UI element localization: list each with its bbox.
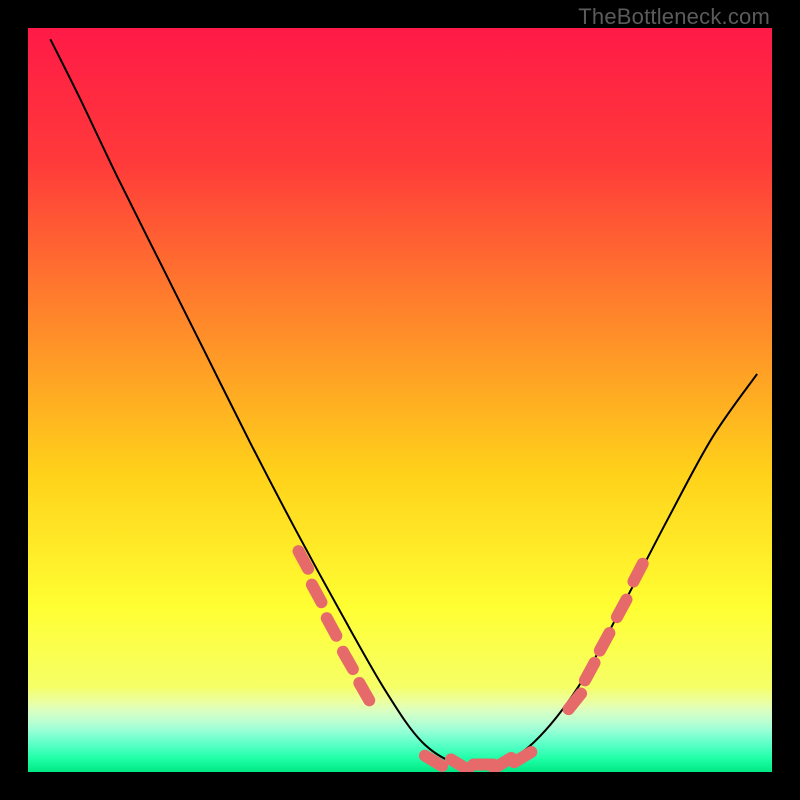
data-marker: [633, 564, 642, 582]
plot-frame: [28, 28, 772, 772]
bottleneck-chart: [28, 28, 772, 772]
data-marker: [585, 663, 595, 681]
gradient-background: [28, 28, 772, 772]
data-marker: [600, 633, 610, 651]
data-marker: [298, 551, 308, 569]
data-marker: [312, 585, 322, 603]
watermark-text: TheBottleneck.com: [578, 4, 770, 30]
data-marker: [617, 600, 627, 618]
data-marker: [327, 618, 337, 636]
